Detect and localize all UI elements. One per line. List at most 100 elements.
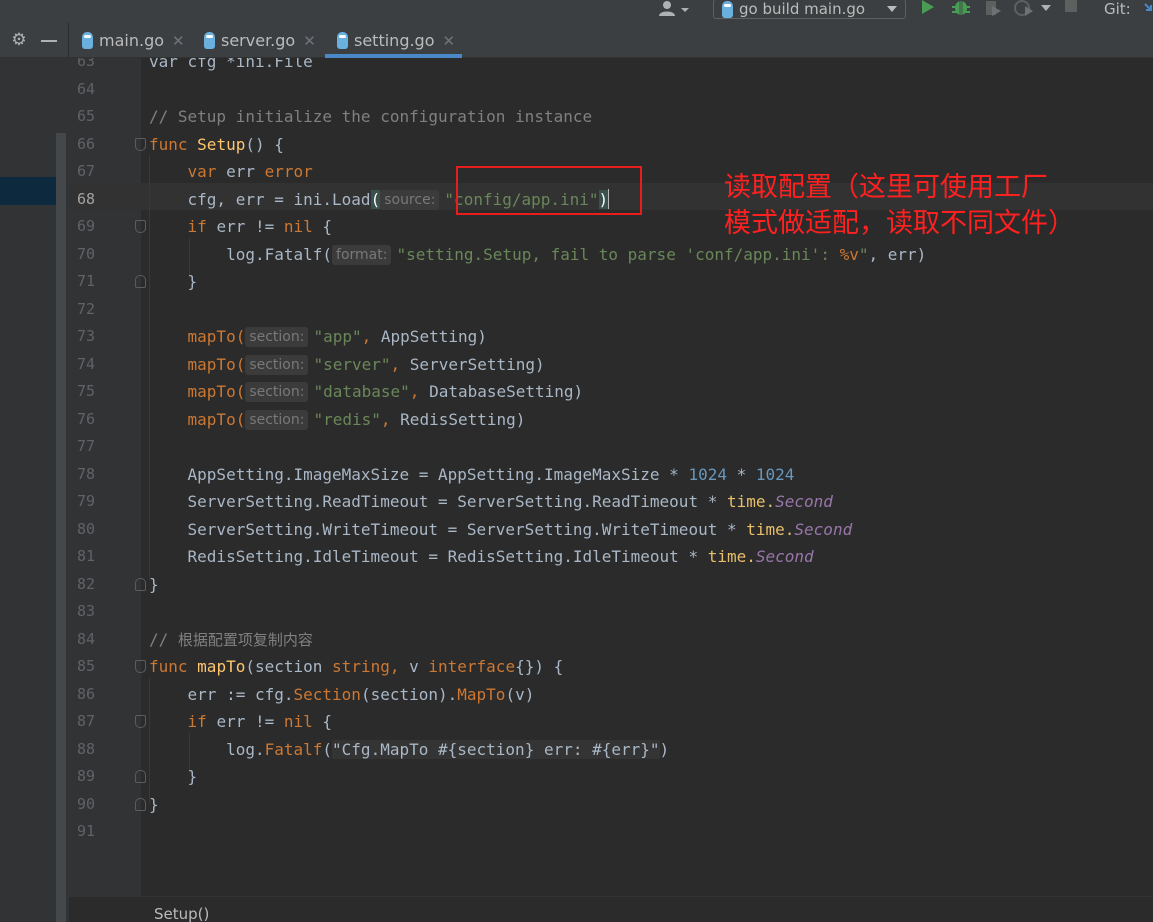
line-number: 88 <box>76 739 95 758</box>
code-token: ( <box>370 189 381 209</box>
code-token: cfg, err = ini. <box>149 189 333 209</box>
code-token: AppSetting) <box>380 327 487 346</box>
line-number: 76 <box>76 409 95 428</box>
gear-icon[interactable]: ⚙ <box>10 31 28 49</box>
minimize-icon[interactable] <box>41 40 57 42</box>
fold-start-icon[interactable] <box>135 137 146 151</box>
gopher-file-icon <box>722 0 733 18</box>
debug-icon[interactable] <box>951 0 971 16</box>
fold-end-icon[interactable] <box>135 770 146 783</box>
code-token: // Setup initialize the configuration in… <box>149 107 593 126</box>
code-text: log.Fatalf("Cfg.MapTo #{section} err: #{… <box>149 736 669 763</box>
fold-end-icon[interactable] <box>135 797 146 811</box>
vcs-update-icon[interactable] <box>1143 2 1153 14</box>
tab-server-go[interactable]: server.go ✕ <box>204 23 316 58</box>
breadcrumb: Setup() <box>69 896 1153 922</box>
code-token: ) <box>659 739 670 759</box>
tab-setting-go[interactable]: setting.go ✕ <box>325 23 462 58</box>
code-line: 86 err := cfg.Section(section).MapTo(v) <box>69 681 1153 708</box>
close-icon[interactable]: ✕ <box>172 32 185 50</box>
code-text: if err != nil { <box>149 708 333 735</box>
code-token: ServerSetting) <box>409 354 545 374</box>
line-number: 72 <box>76 299 95 318</box>
fold-start-icon[interactable] <box>135 660 146 673</box>
user-icon <box>659 1 689 16</box>
code-token: } <box>149 272 198 291</box>
code-token: mapTo( <box>187 409 246 429</box>
code-token: Fatalf <box>264 739 323 759</box>
code-token: RedisSetting.IdleTimeout = RedisSetting.… <box>149 547 708 566</box>
code-text: err := cfg.Section(section).MapTo(v) <box>149 681 535 708</box>
line-number: 64 <box>76 79 95 98</box>
code-token: err != <box>216 712 284 731</box>
stop-icon[interactable] <box>1064 0 1078 14</box>
code-token: } <box>149 767 198 786</box>
fold-start-icon[interactable] <box>135 220 146 233</box>
code-token: , <box>361 327 381 346</box>
code-token: * <box>726 464 756 484</box>
close-icon[interactable]: ✕ <box>303 32 316 50</box>
code-token: func <box>149 657 198 676</box>
code-text: var cfg *ini.File <box>149 58 313 75</box>
chevron-down-icon[interactable] <box>1040 4 1052 12</box>
code-token: "redis" <box>313 409 381 429</box>
code-token: v <box>409 657 429 676</box>
code-token: () { <box>245 134 284 154</box>
code-token: Second <box>755 547 814 566</box>
code-line: 77 <box>69 433 1153 460</box>
code-token: Load <box>332 189 371 209</box>
code-token: , <box>380 409 401 429</box>
fold-end-icon[interactable] <box>135 275 146 288</box>
code-token: Second <box>775 492 833 511</box>
code-token: Setup <box>197 134 246 154</box>
tool-strip-scrollbar[interactable] <box>56 133 66 922</box>
parameter-hint: format: <box>332 244 392 265</box>
line-number: 81 <box>76 547 95 565</box>
parameter-hint: source: <box>380 189 440 210</box>
main-toolbar: go build main.go Git: <box>0 0 1153 23</box>
parameter-hint: section: <box>245 382 309 402</box>
code-token: ( <box>322 739 333 759</box>
close-icon[interactable]: ✕ <box>443 32 456 50</box>
line-number: 73 <box>76 327 95 345</box>
code-token: "database" <box>313 382 410 401</box>
code-text: func Setup() { <box>149 131 284 158</box>
code-token: Section <box>293 684 361 704</box>
code-token: mapTo( <box>187 354 246 374</box>
code-token: { <box>312 712 333 731</box>
code-token: mapTo( <box>187 327 246 346</box>
code-token: "app" <box>313 327 362 346</box>
line-number: 80 <box>76 519 95 538</box>
code-line: 72 <box>69 296 1153 323</box>
line-number: 75 <box>76 382 95 400</box>
breadcrumb-item[interactable]: Setup() <box>154 905 209 922</box>
code-line: 90} <box>69 791 1153 818</box>
coverage-icon[interactable] <box>982 0 1002 16</box>
code-token: log.Fatalf( <box>149 244 333 264</box>
code-line: 66 func Setup() { <box>69 131 1153 158</box>
fold-end-icon[interactable] <box>135 577 146 591</box>
code-token: %v <box>839 244 859 264</box>
line-number: 66 <box>76 134 95 153</box>
user-menu-button[interactable] <box>656 0 694 18</box>
parameter-hint: section: <box>245 327 309 347</box>
code-token: mapTo( <box>187 382 246 401</box>
code-line: 89 } <box>69 763 1153 790</box>
code-text: mapTo(section: "server", ServerSetting) <box>149 351 545 378</box>
run-configuration-select[interactable]: go build main.go <box>713 0 906 19</box>
code-text: ServerSetting.WriteTimeout = ServerSetti… <box>149 516 853 543</box>
code-token: if <box>187 217 217 236</box>
fold-start-icon[interactable] <box>135 715 146 728</box>
run-icon[interactable] <box>920 0 936 16</box>
code-token: 1024 <box>755 464 795 484</box>
tab-label: setting.go <box>354 31 435 50</box>
code-token: RedisSetting) <box>400 409 526 429</box>
annotation-line: 读取配置（这里可使用工厂 <box>724 172 1048 203</box>
code-token: "server" <box>313 354 391 374</box>
tab-main-go[interactable]: main.go ✕ <box>82 23 185 58</box>
code-token: var cfg *ini.File <box>149 58 313 71</box>
profile-icon[interactable] <box>1013 0 1035 16</box>
